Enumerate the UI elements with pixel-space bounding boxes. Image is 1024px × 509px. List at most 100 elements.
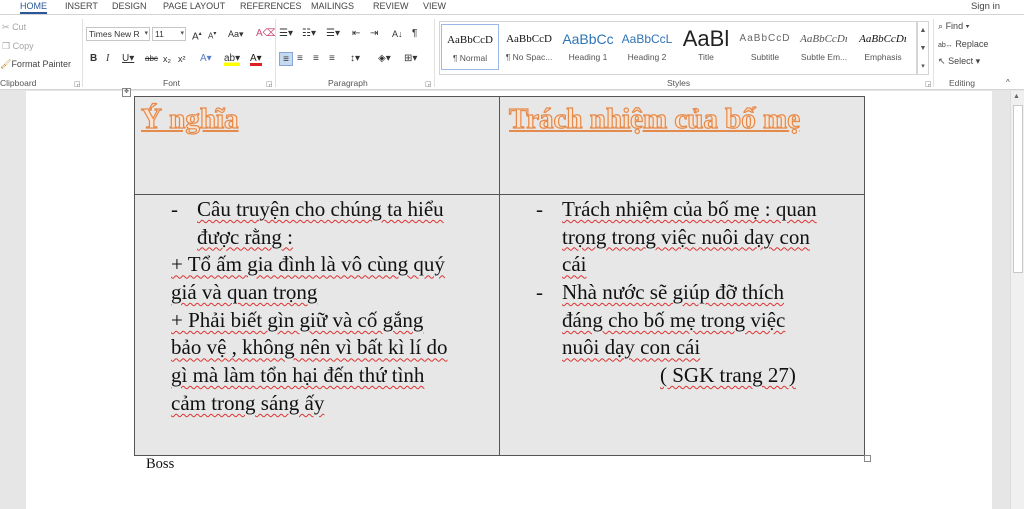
- replace-button[interactable]: ab↔ Replace: [938, 39, 988, 49]
- cursor-icon: ↖: [938, 56, 946, 66]
- styles-group-label: Styles: [667, 78, 691, 88]
- styles-gallery: AaBbCcD ¶ Normal AaBbCcD ¶ No Spac... Aa…: [439, 21, 917, 75]
- cell-line: + Phải biết gìn giữ và cố gắng: [171, 307, 424, 332]
- style-subtle-emphasis[interactable]: AaBbCcDı Subtle Em...: [795, 24, 853, 70]
- sort-icon[interactable]: A↓: [392, 27, 403, 41]
- collapse-ribbon-icon[interactable]: ^: [1006, 78, 1010, 87]
- divider: [275, 19, 276, 87]
- justify-icon[interactable]: ≡: [329, 52, 335, 66]
- tab-mailings[interactable]: MAILINGS: [311, 0, 354, 14]
- copy-icon: ❐: [2, 41, 11, 51]
- pilcrow-icon[interactable]: ¶: [412, 27, 417, 41]
- tab-review[interactable]: REVIEW: [373, 0, 409, 14]
- paragraph-launcher-icon[interactable]: ◲: [425, 80, 432, 88]
- scrollbar-thumb[interactable]: [1013, 105, 1023, 273]
- multilevel-list-icon[interactable]: ☰▾: [326, 27, 340, 41]
- replace-icon: ab↔: [938, 42, 953, 49]
- scissors-icon: ✂: [2, 22, 10, 32]
- clipboard-group-label: Clipboard: [0, 78, 37, 88]
- style-heading-1[interactable]: AaBbCc Heading 1: [559, 24, 617, 70]
- find-button[interactable]: ⌕ Find ▾: [938, 21, 969, 32]
- font-launcher-icon[interactable]: ◲: [266, 80, 273, 88]
- underline-button[interactable]: U▾: [122, 52, 134, 66]
- table-resize-handle[interactable]: [864, 455, 871, 462]
- style-title[interactable]: AaBl Title: [677, 24, 735, 70]
- scroll-up-icon[interactable]: ▲: [1013, 93, 1020, 100]
- style-normal[interactable]: AaBbCcD ¶ Normal: [441, 24, 499, 70]
- change-case-button[interactable]: Aa▾: [228, 27, 244, 41]
- subscript-button[interactable]: x₂: [163, 52, 171, 66]
- tab-design[interactable]: DESIGN: [112, 0, 147, 14]
- clipboard-launcher-icon[interactable]: ◲: [74, 80, 81, 88]
- content-table[interactable]: Ý nghĩa Trách nhiệm của bố mẹ - Câu truyệ…: [134, 96, 865, 456]
- cell-line: + Tổ ấm gia đình là vô cùng quý: [171, 252, 445, 277]
- chevron-up-icon[interactable]: ▲: [918, 22, 928, 40]
- copy-button[interactable]: ❐ Copy: [2, 41, 34, 52]
- paragraph-group-label: Paragraph: [328, 78, 368, 88]
- chevron-down-icon[interactable]: ▼: [918, 40, 928, 58]
- bold-button[interactable]: B: [90, 52, 97, 66]
- cell-line: trọng trong việc nuôi dạy con: [562, 224, 810, 249]
- cell-line: nuôi dạy con cái: [562, 335, 701, 360]
- format-painter-button[interactable]: 🖌Format Painter: [0, 59, 71, 70]
- grow-font-button[interactable]: A▴: [192, 27, 202, 42]
- ribbon-tabs: HOME INSERT DESIGN PAGE LAYOUT REFERENCE…: [0, 0, 1024, 14]
- sign-in-link[interactable]: Sign in: [971, 0, 1000, 13]
- cell-line: bảo vệ , không nên vì bất kì lí do: [171, 335, 448, 360]
- more-styles-icon[interactable]: ▾: [918, 58, 928, 76]
- cell-line: - Nhà nước sẽ giúp đỡ thích: [536, 280, 784, 305]
- align-right-icon[interactable]: ≡: [313, 52, 319, 66]
- editing-group-label: Editing: [949, 78, 975, 88]
- font-name-select[interactable]: Times New R ▾: [86, 27, 150, 41]
- styles-launcher-icon[interactable]: ◲: [925, 80, 932, 88]
- align-center-icon[interactable]: ≡: [297, 52, 303, 66]
- tab-references[interactable]: REFERENCES: [240, 0, 302, 14]
- body-text: Boss: [146, 456, 175, 472]
- table-cell-left[interactable]: - Câu truyện cho chúng ta hiểu được rằng …: [171, 196, 447, 418]
- increase-indent-icon[interactable]: ⇥: [370, 27, 378, 41]
- tab-insert[interactable]: INSERT: [65, 0, 98, 14]
- style-subtitle[interactable]: AaBbCcD Subtitle: [736, 24, 794, 70]
- table-cell-right[interactable]: - Trách nhiệm của bố mẹ : quan trọng tron…: [536, 196, 817, 390]
- select-button[interactable]: ↖ Select ▾: [938, 56, 980, 67]
- cell-line: - Câu truyện cho chúng ta hiểu: [171, 197, 444, 221]
- numbering-icon[interactable]: ☷▾: [302, 27, 316, 41]
- bullets-icon[interactable]: ☰▾: [279, 27, 293, 41]
- styles-gallery-scroll[interactable]: ▲ ▼ ▾: [917, 21, 929, 75]
- tab-page-layout[interactable]: PAGE LAYOUT: [163, 0, 225, 14]
- table-header-meaning: Ý nghĩa: [140, 102, 239, 135]
- font-size-select[interactable]: 11 ▾: [152, 27, 186, 41]
- vertical-scrollbar[interactable]: ▲: [1010, 91, 1024, 509]
- tab-view[interactable]: VIEW: [423, 0, 446, 14]
- line-spacing-icon[interactable]: ↕▾: [350, 52, 360, 66]
- borders-icon[interactable]: ⊞▾: [404, 52, 417, 66]
- highlight-icon[interactable]: ab▾: [224, 52, 241, 66]
- chevron-down-icon: ▾: [144, 30, 148, 37]
- style-emphasis[interactable]: AaBbCcDı Emphasis: [854, 24, 912, 70]
- shading-icon[interactable]: ◈▾: [378, 52, 391, 66]
- shrink-font-button[interactable]: A▾: [208, 27, 216, 41]
- cell-line: gì mà làm tổn hại đến thứ tình: [171, 363, 425, 388]
- style-heading-2[interactable]: AaBbCcL Heading 2: [618, 24, 676, 70]
- superscript-button[interactable]: x²: [178, 52, 186, 66]
- strikethrough-button[interactable]: abc: [145, 52, 158, 66]
- italic-button[interactable]: I: [106, 52, 109, 66]
- binoculars-icon: ⌕: [938, 21, 944, 31]
- cell-line: cảm trong sáng ấy: [171, 390, 325, 415]
- table-move-handle-icon[interactable]: ✥: [122, 88, 131, 97]
- align-left-icon[interactable]: ≡: [279, 52, 293, 66]
- font-group-label: Font: [163, 78, 181, 88]
- cut-button[interactable]: ✂ Cut: [2, 22, 26, 33]
- tab-home[interactable]: HOME: [20, 0, 47, 14]
- clear-formatting-icon[interactable]: A⌫: [256, 27, 277, 41]
- style-no-spacing[interactable]: AaBbCcD ¶ No Spac...: [500, 24, 558, 70]
- table-row-divider: [135, 194, 864, 195]
- cell-line: đáng cho bố mẹ trong việc: [562, 307, 786, 332]
- text-effects-icon[interactable]: A▾: [200, 52, 212, 66]
- decrease-indent-icon[interactable]: ⇤: [352, 27, 360, 41]
- paintbrush-icon: 🖌: [0, 59, 12, 69]
- table-column-divider: [499, 97, 500, 455]
- divider: [434, 19, 435, 87]
- source-citation: ( SGK trang 27): [660, 363, 796, 388]
- font-color-icon[interactable]: A▾: [250, 52, 262, 66]
